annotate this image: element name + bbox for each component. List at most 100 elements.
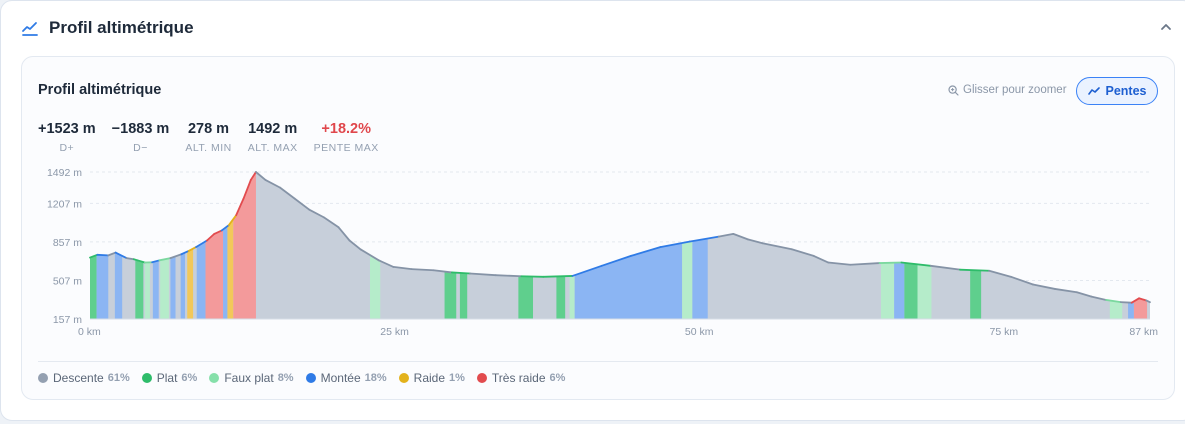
elevation-panel: Profil altimétrique Profil altimétrique … (0, 0, 1185, 421)
legend-label: Raide (413, 371, 446, 385)
stat-value: 1492 m (248, 121, 298, 137)
legend-dot (398, 373, 409, 383)
profile-line (494, 274, 523, 278)
card-title: Profil altimétrique (38, 82, 162, 98)
legend-label: Plat (156, 371, 178, 385)
legend-item: Raide 1% (398, 371, 465, 385)
chevron-up-icon (1161, 24, 1171, 30)
slope-segment (692, 172, 708, 319)
chart-line-icon (22, 22, 38, 36)
panel-header: Profil altimétrique (21, 15, 194, 41)
x-tick-label: 87 km (1129, 326, 1158, 337)
slope-segment (180, 172, 186, 319)
y-tick-label: 1207 m (47, 198, 82, 210)
stat-d-plus: +1523 m D+ (38, 121, 96, 154)
profile-line (1119, 301, 1133, 304)
y-tick-label: 857 m (53, 237, 82, 249)
slope-segment (223, 172, 228, 319)
slope-segment (90, 172, 97, 319)
profile-line (125, 257, 135, 261)
slope-segment (904, 172, 918, 319)
slope-segment (1128, 172, 1134, 319)
slope-segment (96, 172, 109, 319)
legend-dot (38, 373, 48, 383)
x-tick-label: 25 km (380, 326, 409, 337)
elevation-chart[interactable]: 1492 m 1207 m 857 m 507 m 157 m0 km 25 km 50 k… (22, 162, 1174, 337)
stat-label: ALT. MAX (247, 142, 298, 154)
profile-line (96, 253, 110, 257)
x-tick-label: 50 km (685, 326, 714, 337)
stat-max-slope: +18.2% PENTE MAX (314, 121, 379, 154)
slope-segment (170, 172, 176, 319)
slope-segment (880, 172, 895, 319)
slopes-button[interactable]: Pentes (1076, 77, 1158, 105)
slope-segment (205, 172, 224, 319)
elevation-card: Profil altimétrique Glisser pour zoomer … (21, 56, 1175, 400)
slopes-button-label: Pentes (1105, 84, 1147, 98)
legend-pct: 6% (549, 372, 566, 384)
stat-value: 278 m (187, 121, 230, 137)
profile-line (959, 268, 991, 272)
panel-title: Profil altimétrique (49, 18, 194, 37)
profile-line (450, 271, 472, 275)
slope-segment (369, 172, 381, 319)
legend-label: Montée (320, 371, 361, 385)
x-tick-label: 75 km (989, 326, 1018, 337)
slope-segment (187, 172, 194, 319)
stat-label: D+ (59, 142, 75, 154)
legend-dot (209, 373, 220, 383)
zoom-hint: Glisser pour zoomer (948, 84, 1067, 96)
stat-value: +1523 m (38, 121, 96, 137)
zoom-hint-label: Glisser pour zoomer (963, 84, 1067, 96)
profile-line (520, 275, 545, 278)
legend-pct: 18% (364, 372, 387, 384)
legend-dot (141, 373, 152, 383)
slope-segment (1133, 172, 1148, 319)
slope-segment (894, 172, 905, 319)
slope-segment (518, 172, 534, 319)
slope-segment (970, 172, 982, 319)
stat-d-minus: −1883 m D− (112, 121, 170, 154)
trend-icon (1087, 87, 1100, 95)
slope-segment (233, 172, 256, 319)
legend-dot (305, 373, 316, 383)
slope-segment (144, 172, 150, 319)
legend-dot (476, 373, 487, 383)
profile-line (410, 268, 435, 272)
profile-line (878, 261, 903, 264)
stat-label: PENTE MAX (313, 142, 379, 154)
legend-item: Montée 18% (305, 371, 387, 385)
legend-label: Descente (53, 371, 104, 385)
legend-item: Très raide 6% (476, 371, 566, 385)
slope-segment (569, 172, 575, 319)
slope-legend: Descente 61% Plat 6% Faux plat 8% Montée 18% Rai… (38, 361, 1158, 388)
slope-segment (1109, 172, 1123, 319)
slope-segment (917, 172, 932, 319)
slope-segment (574, 172, 683, 319)
legend-label: Faux plat (224, 371, 274, 385)
stat-alt-max: 1492 m ALT. MAX (248, 121, 298, 154)
y-tick-label: 157 m (53, 314, 82, 326)
profile-line (542, 275, 574, 278)
stat-value: +18.2% (321, 121, 372, 137)
slope-segment (444, 172, 457, 319)
stat-alt-min: 278 m ALT. MIN (185, 121, 231, 154)
slope-segment (114, 172, 123, 319)
stat-label: ALT. MIN (185, 142, 232, 154)
collapse-button[interactable] (1155, 16, 1177, 38)
x-tick-label: 0 km (78, 326, 101, 337)
slope-segment (459, 172, 468, 319)
stat-value: −1883 m (111, 121, 170, 137)
slope-segment (152, 172, 159, 319)
y-tick-label: 507 m (53, 275, 82, 287)
legend-pct: 61% (107, 372, 130, 384)
slope-segment (227, 172, 234, 319)
legend-pct: 1% (449, 372, 465, 384)
stats-row: +1523 m D+ −1883 m D− 278 m ALT. MIN 149… (38, 121, 395, 154)
y-tick-label: 1492 m (47, 167, 82, 179)
legend-label: Très raide (491, 371, 546, 385)
legend-pct: 6% (181, 372, 198, 384)
legend-item: Descente 61% (38, 371, 130, 385)
slope-segment (556, 172, 566, 319)
slope-segment (160, 172, 169, 319)
